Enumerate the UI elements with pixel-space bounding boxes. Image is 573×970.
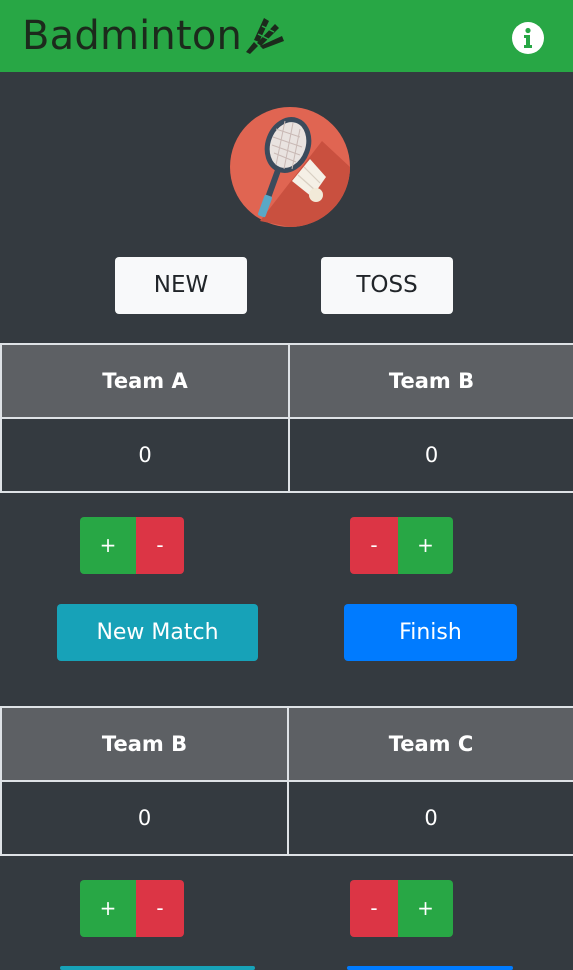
team-header-left: Team B <box>0 706 289 782</box>
plus-button[interactable]: + <box>80 517 136 574</box>
new-button[interactable]: NEW <box>115 257 247 314</box>
minus-button[interactable]: - <box>350 517 398 574</box>
minus-button[interactable]: - <box>136 517 184 574</box>
finish-button-partial[interactable] <box>347 966 513 970</box>
plus-button[interactable]: + <box>398 517 453 574</box>
team-header-right: Team C <box>287 706 573 782</box>
left-score-buttons: + - <box>80 880 184 937</box>
minus-button[interactable]: - <box>136 880 184 937</box>
plus-button[interactable]: + <box>398 880 453 937</box>
navbar: Badminton <box>0 0 573 72</box>
finish-button[interactable]: Finish <box>344 604 517 661</box>
app-page: Badminton NEW TOSS Team A Team B 0 0 + -… <box>0 0 573 970</box>
score-left: 0 <box>0 780 289 856</box>
score-table-2: Team B Team C 0 0 <box>0 706 573 856</box>
team-header-left: Team A <box>0 343 290 419</box>
left-score-buttons: + - <box>80 517 184 574</box>
minus-button[interactable]: - <box>350 880 398 937</box>
racket-logo <box>230 107 350 227</box>
right-score-buttons: - + <box>350 517 453 574</box>
shuttlecock-icon <box>246 18 284 54</box>
info-icon[interactable] <box>511 21 545 55</box>
brand-title[interactable]: Badminton <box>22 8 242 64</box>
new-match-button[interactable]: New Match <box>57 604 258 661</box>
toss-button[interactable]: TOSS <box>321 257 453 314</box>
right-score-buttons: - + <box>350 880 453 937</box>
team-header-right: Team B <box>288 343 573 419</box>
score-right: 0 <box>288 417 573 493</box>
new-match-button-partial[interactable] <box>60 966 255 970</box>
score-right: 0 <box>287 780 573 856</box>
plus-button[interactable]: + <box>80 880 136 937</box>
score-table-1: Team A Team B 0 0 <box>0 343 573 493</box>
score-left: 0 <box>0 417 290 493</box>
